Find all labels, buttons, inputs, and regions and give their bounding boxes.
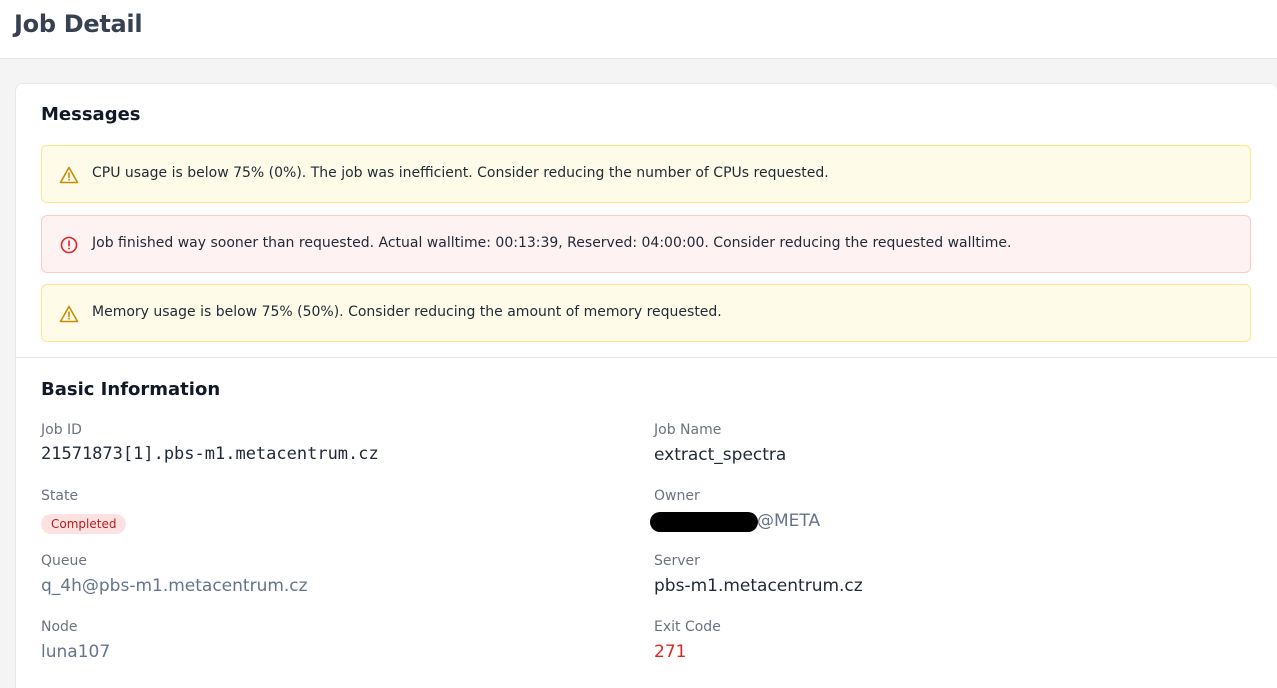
section-divider xyxy=(16,357,1277,358)
warning-triangle-icon xyxy=(59,166,79,184)
owner-label: Owner xyxy=(654,488,700,504)
server-label: Server xyxy=(654,553,700,569)
error-circle-icon xyxy=(60,236,78,254)
exit-code-label: Exit Code xyxy=(654,619,721,635)
basic-information-title: Basic Information xyxy=(41,379,221,400)
job-detail-card: Messages CPU usage is below 75% (0%). Th… xyxy=(15,83,1277,688)
redacted-username xyxy=(650,512,758,532)
queue-link[interactable]: q_4h@pbs-m1.metacentrum.cz xyxy=(41,576,308,596)
node-label: Node xyxy=(41,619,78,635)
message-cpu-warning: CPU usage is below 75% (0%). The job was… xyxy=(41,145,1251,203)
job-name-label: Job Name xyxy=(654,422,722,438)
page-title: Job Detail xyxy=(14,10,143,38)
status-badge: Completed xyxy=(41,514,127,534)
job-name-value: extract_spectra xyxy=(654,445,787,465)
state-label: State xyxy=(41,488,79,504)
exit-code-value: 271 xyxy=(654,642,687,662)
message-memory-warning: Memory usage is below 75% (50%). Conside… xyxy=(41,284,1251,342)
message-text: Job finished way sooner than requested. … xyxy=(92,235,1012,251)
owner-link[interactable]: @META xyxy=(757,511,820,531)
job-id-value: 21571873[1].pbs-m1.metacentrum.cz xyxy=(41,444,379,464)
messages-title: Messages xyxy=(41,104,141,125)
queue-label: Queue xyxy=(41,553,87,569)
message-text: Memory usage is below 75% (50%). Conside… xyxy=(92,304,722,320)
server-value: pbs-m1.metacentrum.cz xyxy=(654,576,863,596)
page-header: Job Detail xyxy=(0,0,1277,59)
node-link[interactable]: luna107 xyxy=(41,642,110,662)
warning-triangle-icon xyxy=(59,305,79,323)
message-walltime-error: Job finished way sooner than requested. … xyxy=(41,215,1251,273)
message-text: CPU usage is below 75% (0%). The job was… xyxy=(92,165,829,181)
job-id-label: Job ID xyxy=(41,422,82,438)
